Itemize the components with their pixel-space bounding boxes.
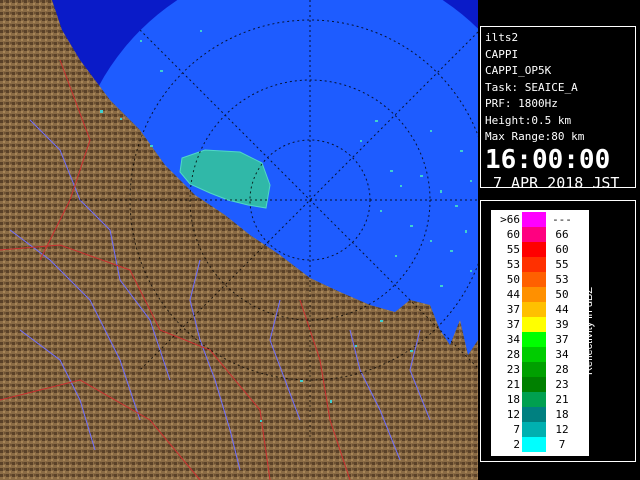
legend-low-value: 2: [513, 438, 520, 451]
legend-low-value: 21: [506, 378, 520, 391]
legend-low-value: 28: [506, 348, 520, 361]
legend-high-value: 28: [555, 363, 569, 376]
legend-row: 23 28: [492, 362, 588, 377]
legend-color-swatch: [522, 257, 546, 272]
legend-color-swatch: [522, 437, 546, 452]
legend-high-value: 34: [555, 348, 569, 361]
legend-color-swatch: [522, 347, 546, 362]
observation-date: 7 APR 2018 JST: [493, 173, 620, 192]
legend-color-swatch: [522, 287, 546, 302]
legend-table: >66 --- 60 66 55 60 53 55 50 53 44 50 37 44 37 39 34 37 28…: [491, 210, 589, 456]
legend-high-value: 60: [555, 243, 569, 256]
legend-color-swatch: [522, 242, 546, 257]
legend-row: 21 23: [492, 377, 588, 392]
legend-high-value: 66: [555, 228, 569, 241]
radar-map: [0, 0, 478, 480]
legend-row: 50 53: [492, 272, 588, 287]
legend-row: 12 18: [492, 407, 588, 422]
reflectivity-legend: >66 --- 60 66 55 60 53 55 50 53 44 50 37 44 37 39 34 37 28…: [480, 200, 636, 462]
legend-high-value: 7: [558, 438, 566, 451]
legend-color-swatch: [522, 317, 546, 332]
legend-row: 37 39: [492, 317, 588, 332]
radar-display: ilts2 CAPPI CAPPI_OP5K Task: SEAICE_A PR…: [0, 0, 640, 480]
legend-row: 28 34: [492, 347, 588, 362]
legend-high-value: 37: [555, 333, 569, 346]
legend-high-value: 12: [555, 423, 569, 436]
legend-high-value: 39: [555, 318, 569, 331]
prf-label: PRF: 1800Hz: [485, 97, 558, 110]
legend-high-value: 21: [555, 393, 569, 406]
legend-row: 27: [492, 437, 588, 452]
legend-row: 55 60: [492, 242, 588, 257]
legend-row: >66 ---: [492, 212, 588, 227]
legend-low-value: 34: [506, 333, 520, 346]
legend-high-value: 18: [555, 408, 569, 421]
legend-color-swatch: [522, 422, 546, 437]
max-range-label: Max Range:80 km: [485, 130, 585, 143]
station-name: ilts2: [485, 31, 519, 44]
legend-high-value: ---: [552, 213, 572, 226]
legend-low-value: >66: [500, 213, 520, 226]
legend-color-swatch: [522, 377, 546, 392]
legend-color-swatch: [522, 212, 546, 227]
legend-row: 60 66: [492, 227, 588, 242]
product-name: CAPPI: [485, 47, 519, 61]
legend-color-swatch: [522, 227, 546, 242]
legend-low-value: 60: [506, 228, 520, 241]
legend-color-swatch: [522, 272, 546, 287]
legend-high-value: 23: [555, 378, 569, 391]
legend-low-value: 53: [506, 258, 520, 271]
legend-color-swatch: [522, 302, 546, 317]
legend-low-value: 12: [506, 408, 520, 421]
legend-low-value: 37: [506, 318, 520, 331]
legend-color-swatch: [522, 392, 546, 407]
legend-row: 37 44: [492, 302, 588, 317]
legend-low-value: 55: [506, 243, 520, 256]
task-label: Task: SEAICE_A: [485, 80, 578, 94]
legend-row: 18 21: [492, 392, 588, 407]
legend-row: 44 50: [492, 287, 588, 302]
legend-high-value: 55: [555, 258, 569, 271]
legend-row: 53 55: [492, 257, 588, 272]
legend-low-value: 18: [506, 393, 520, 406]
legend-low-value: 37: [506, 303, 520, 316]
legend-row: 34 37: [492, 332, 588, 347]
info-panel: ilts2 CAPPI CAPPI_OP5K Task: SEAICE_A PR…: [480, 26, 636, 192]
observation-time: 16:00:00: [485, 144, 611, 175]
legend-low-value: 44: [506, 288, 520, 301]
legend-high-value: 50: [555, 288, 569, 301]
legend-high-value: 53: [555, 273, 569, 286]
legend-title: Reflectivity in dBZ: [583, 286, 595, 376]
product-code: CAPPI_OP5K: [485, 64, 552, 77]
legend-color-swatch: [522, 332, 546, 347]
legend-low-value: 7: [513, 423, 520, 436]
legend-high-value: 44: [555, 303, 569, 316]
height-label: Height:0.5 km: [485, 113, 572, 127]
legend-row: 7 12: [492, 422, 588, 437]
legend-color-swatch: [522, 362, 546, 377]
legend-low-value: 23: [506, 363, 520, 376]
legend-color-swatch: [522, 407, 546, 422]
legend-low-value: 50: [506, 273, 520, 286]
